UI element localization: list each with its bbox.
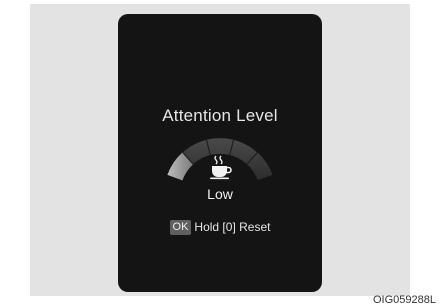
ok-key-badge: OK: [169, 220, 192, 235]
attention-gauge: [166, 137, 274, 181]
attention-level-title: Attention Level: [162, 106, 278, 125]
figure-code: OIG059288L: [373, 294, 436, 306]
reset-hint-text: Hold [0] Reset: [194, 220, 271, 234]
figure-frame: Attention Level Low OK Hold [0] Reset OI…: [0, 0, 440, 308]
reset-hint: OK Hold [0] Reset: [118, 220, 322, 235]
